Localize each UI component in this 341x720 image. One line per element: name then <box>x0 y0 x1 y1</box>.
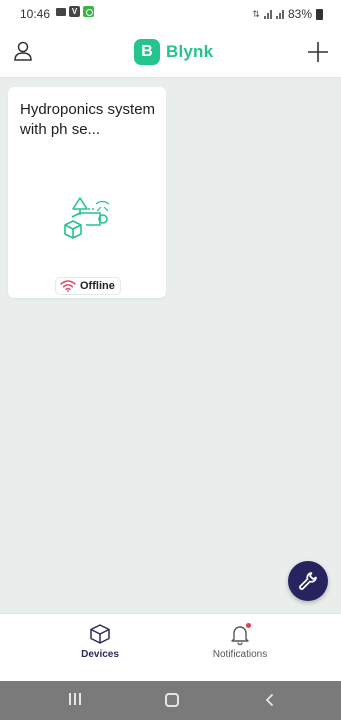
app-header: B Blynk <box>0 28 341 78</box>
recent-apps-button[interactable] <box>69 693 81 705</box>
plus-icon <box>308 42 328 62</box>
video-camera-icon <box>56 7 66 16</box>
cube-icon <box>89 623 111 645</box>
blynk-logo-icon: B <box>134 39 160 65</box>
home-button[interactable] <box>165 693 179 707</box>
battery-percent: 83% <box>287 7 312 21</box>
bell-icon <box>229 623 251 646</box>
chevron-left-icon <box>265 694 273 706</box>
status-text: Offline <box>80 280 115 292</box>
signal-icon <box>275 9 284 19</box>
developer-tools-button[interactable] <box>288 561 328 601</box>
user-icon <box>14 41 32 61</box>
back-button[interactable] <box>262 692 278 708</box>
profile-button[interactable] <box>12 40 34 62</box>
wifi-icon <box>60 280 76 292</box>
device-card[interactable]: Hydroponics system with ph se... Offline <box>8 87 166 298</box>
signal-icon <box>263 9 272 19</box>
app-name: Blynk <box>166 42 214 61</box>
bottom-navigation: Devices Notifications <box>0 613 341 681</box>
notification-dot <box>246 623 251 628</box>
green-app-icon <box>83 6 94 17</box>
wrench-icon <box>299 572 317 590</box>
status-badge: Offline <box>55 277 121 295</box>
status-bar: 10:46 V ⇅ 83% <box>0 0 341 28</box>
system-navigation-bar <box>0 681 341 720</box>
data-arrows-icon: ⇅ <box>252 8 260 19</box>
status-time: 10:46 <box>20 7 51 21</box>
add-device-button[interactable] <box>307 41 329 63</box>
tab-notifications-label: Notifications <box>212 649 268 660</box>
system-indicators: ⇅ 83% <box>252 7 323 21</box>
tab-devices-label: Devices <box>81 649 119 660</box>
device-name: Hydroponics system with ph se... <box>20 101 156 138</box>
notification-icons: V <box>56 6 94 17</box>
battery-icon <box>316 8 323 20</box>
app-logo: B Blynk <box>134 39 213 65</box>
device-illustration-icon <box>60 195 120 245</box>
v-app-icon: V <box>69 6 80 17</box>
tab-notifications[interactable]: Notifications <box>180 623 300 660</box>
tab-devices[interactable]: Devices <box>40 623 160 660</box>
